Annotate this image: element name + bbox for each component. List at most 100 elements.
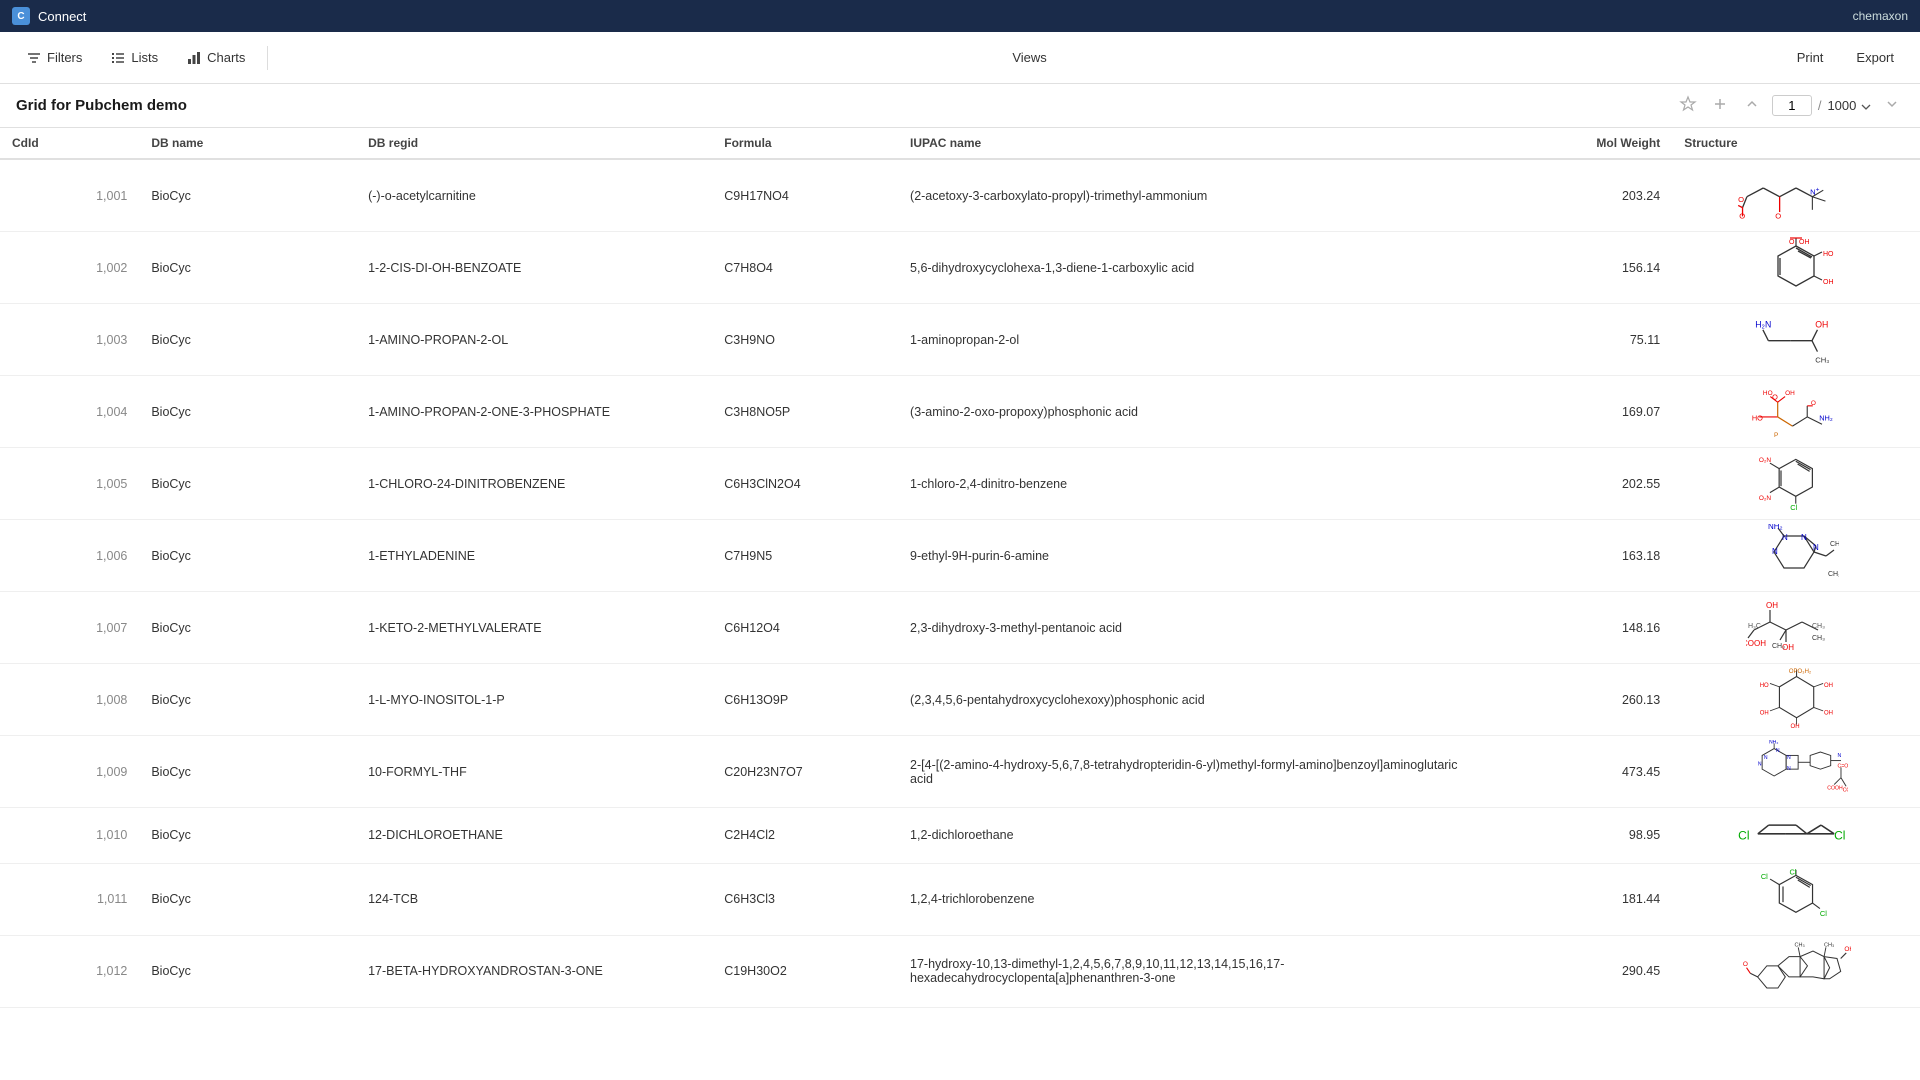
cell-formula: C20H23N7O7 bbox=[712, 736, 898, 808]
col-header-iupac: IUPAC name bbox=[898, 128, 1486, 159]
cell-molweight: 473.45 bbox=[1486, 736, 1672, 808]
table-row[interactable]: 1,003 BioCyc 1-AMINO-PROPAN-2-OL C3H9NO … bbox=[0, 304, 1920, 376]
cell-formula: C3H8NO5P bbox=[712, 376, 898, 448]
table-row[interactable]: 1,002 BioCyc 1-2-CIS-DI-OH-BENZOATE C7H8… bbox=[0, 232, 1920, 304]
svg-text:N: N bbox=[1813, 543, 1819, 552]
cell-molweight: 260.13 bbox=[1486, 664, 1672, 736]
page-header: Grid for Pubchem demo 1 / 1000 bbox=[0, 84, 1920, 128]
svg-text:CH₃: CH₃ bbox=[1794, 942, 1804, 948]
cell-dbregid: 1-KETO-2-METHYLVALERATE bbox=[356, 592, 712, 664]
table-row[interactable]: 1,004 BioCyc 1-AMINO-PROPAN-2-ONE-3-PHOS… bbox=[0, 376, 1920, 448]
svg-text:O: O bbox=[1743, 960, 1748, 967]
svg-text:OH: OH bbox=[1766, 601, 1778, 610]
cell-formula: C19H30O2 bbox=[712, 935, 898, 1007]
cell-iupac: 2-[4-[(2-amino-4-hydroxy-5,6,7,8-tetrahy… bbox=[898, 736, 1486, 808]
cell-structure: N N N N NH₂ CH₂ CH₃ bbox=[1672, 520, 1920, 592]
table-row[interactable]: 1,011 BioCyc 124-TCB C6H3Cl3 1,2,4-trich… bbox=[0, 863, 1920, 935]
svg-text:CH₃: CH₃ bbox=[1772, 643, 1785, 650]
svg-text:OH: OH bbox=[1790, 724, 1799, 728]
cell-dbregid: 1-2-CIS-DI-OH-BENZOATE bbox=[356, 232, 712, 304]
title-bar: C Connect chemaxon bbox=[0, 0, 1920, 32]
svg-text:Cl: Cl bbox=[1761, 872, 1768, 881]
svg-text:O: O bbox=[1789, 239, 1795, 246]
svg-text:OH: OH bbox=[1823, 279, 1834, 286]
collapse-button[interactable] bbox=[1708, 92, 1732, 119]
filters-button[interactable]: Filters bbox=[16, 45, 92, 71]
page-input[interactable]: 1 bbox=[1772, 95, 1812, 116]
svg-text:N: N bbox=[1837, 753, 1841, 759]
table-row[interactable]: 1,001 BioCyc (-)-o-acetylcarnitine C9H17… bbox=[0, 159, 1920, 232]
lists-button[interactable]: Lists bbox=[100, 45, 168, 71]
col-header-formula: Formula bbox=[712, 128, 898, 159]
cell-dbname: BioCyc bbox=[139, 664, 356, 736]
cell-iupac: (2-acetoxy-3-carboxylato-propyl)-trimeth… bbox=[898, 159, 1486, 232]
svg-text:O: O bbox=[1738, 195, 1744, 204]
svg-text:COOH: COOH bbox=[1746, 639, 1766, 648]
svg-text:O₂N: O₂N bbox=[1759, 495, 1772, 502]
views-button[interactable]: Views bbox=[997, 45, 1056, 70]
cell-cdid: 1,002 bbox=[0, 232, 139, 304]
page-title: Grid for Pubchem demo bbox=[16, 97, 1676, 114]
star-button[interactable] bbox=[1676, 92, 1700, 119]
cell-cdid: 1,007 bbox=[0, 592, 139, 664]
svg-text:O₂N: O₂N bbox=[1759, 457, 1772, 464]
collapse-icon bbox=[1711, 95, 1729, 113]
svg-text:OH: OH bbox=[1816, 320, 1829, 330]
pagination-separator: / bbox=[1818, 98, 1822, 113]
cell-iupac: 1,2,4-trichlorobenzene bbox=[898, 863, 1486, 935]
svg-text:Cl: Cl bbox=[1790, 503, 1797, 512]
cell-formula: C7H8O4 bbox=[712, 232, 898, 304]
pagination: 1 / 1000 bbox=[1772, 95, 1872, 116]
cell-structure: N N N N N NH₂ N C=O COOH COOH bbox=[1672, 736, 1920, 808]
expand-button[interactable] bbox=[1880, 92, 1904, 119]
cell-dbname: BioCyc bbox=[139, 520, 356, 592]
cell-formula: C2H4Cl2 bbox=[712, 808, 898, 864]
cell-dbregid: 1-L-MYO-INOSITOL-1-P bbox=[356, 664, 712, 736]
cell-molweight: 203.24 bbox=[1486, 159, 1672, 232]
cell-formula: C6H12O4 bbox=[712, 592, 898, 664]
export-button[interactable]: Export bbox=[1841, 45, 1904, 70]
svg-text:OH: OH bbox=[1799, 239, 1810, 246]
cell-iupac: 9-ethyl-9H-purin-6-amine bbox=[898, 520, 1486, 592]
col-header-structure: Structure bbox=[1672, 128, 1920, 159]
svg-text:Cl: Cl bbox=[1820, 909, 1827, 918]
print-button[interactable]: Print bbox=[1782, 45, 1834, 70]
table-row[interactable]: 1,007 BioCyc 1-KETO-2-METHYLVALERATE C6H… bbox=[0, 592, 1920, 664]
toolbar-right: Print Export bbox=[1782, 45, 1904, 70]
svg-text:N: N bbox=[1776, 748, 1780, 754]
cell-iupac: (2,3,4,5,6-pentahydroxycyclohexoxy)phosp… bbox=[898, 664, 1486, 736]
svg-text:OH: OH bbox=[1824, 683, 1833, 689]
toolbar-sep bbox=[267, 46, 268, 70]
svg-text:N: N bbox=[1772, 547, 1778, 556]
table-row[interactable]: 1,010 BioCyc 12-DICHLOROETHANE C2H4Cl2 1… bbox=[0, 808, 1920, 864]
svg-text:N: N bbox=[1801, 533, 1807, 542]
svg-text:OH: OH bbox=[1759, 710, 1768, 716]
cell-structure: O OH OH HO bbox=[1672, 232, 1920, 304]
cell-structure: O OH CH₃ CH₃ bbox=[1672, 935, 1920, 1007]
cell-dbname: BioCyc bbox=[139, 808, 356, 864]
col-header-dbregid: DB regid bbox=[356, 128, 712, 159]
page-actions: 1 / 1000 bbox=[1676, 92, 1904, 119]
filter-icon bbox=[26, 50, 42, 66]
svg-text:NH₂: NH₂ bbox=[1768, 524, 1783, 531]
user-name: chemaxon bbox=[1853, 9, 1908, 23]
star-icon bbox=[1679, 95, 1697, 113]
cell-iupac: (3-amino-2-oxo-propoxy)phosphonic acid bbox=[898, 376, 1486, 448]
app-name: Connect bbox=[38, 9, 1853, 24]
table-row[interactable]: 1,008 BioCyc 1-L-MYO-INOSITOL-1-P C6H13O… bbox=[0, 664, 1920, 736]
cell-iupac: 1-aminopropan-2-ol bbox=[898, 304, 1486, 376]
charts-button[interactable]: Charts bbox=[176, 45, 255, 71]
prev-page-button[interactable] bbox=[1740, 92, 1764, 119]
svg-text:COOH: COOH bbox=[1842, 787, 1847, 793]
col-header-dbname: DB name bbox=[139, 128, 356, 159]
table-row[interactable]: 1,005 BioCyc 1-CHLORO-24-DINITROBENZENE … bbox=[0, 448, 1920, 520]
cell-structure: Cl O₂N O₂N bbox=[1672, 448, 1920, 520]
cell-structure: Cl Cl bbox=[1672, 808, 1920, 864]
table-row[interactable]: 1,009 BioCyc 10-FORMYL-THF C20H23N7O7 2-… bbox=[0, 736, 1920, 808]
table-container: CdId DB name DB regid Formula IUPAC name… bbox=[0, 128, 1920, 1080]
col-header-molweight: Mol Weight bbox=[1486, 128, 1672, 159]
cell-formula: C6H3ClN2O4 bbox=[712, 448, 898, 520]
cell-cdid: 1,012 bbox=[0, 935, 139, 1007]
table-row[interactable]: 1,012 BioCyc 17-BETA-HYDROXYANDROSTAN-3-… bbox=[0, 935, 1920, 1007]
table-row[interactable]: 1,006 BioCyc 1-ETHYLADENINE C7H9N5 9-eth… bbox=[0, 520, 1920, 592]
